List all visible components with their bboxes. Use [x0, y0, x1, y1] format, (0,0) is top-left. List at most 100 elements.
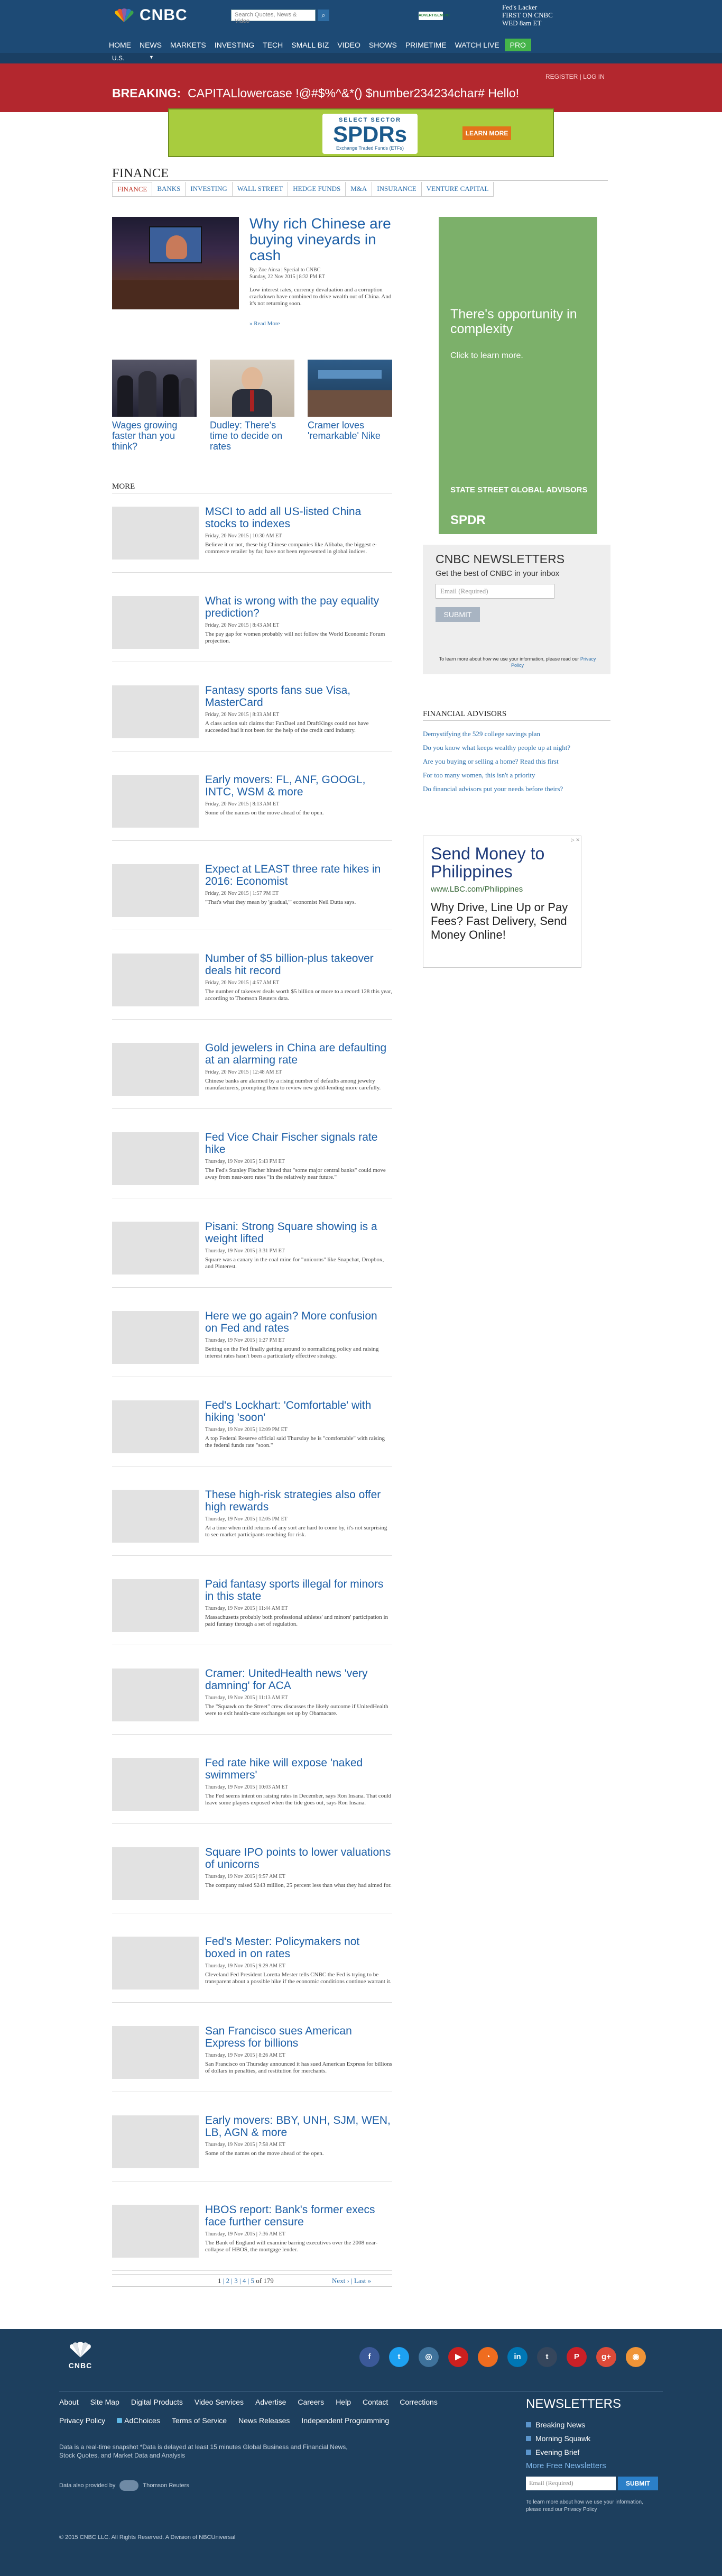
breaking-news-banner[interactable]: BREAKING: CAPITALlowercase !@#$%^&*() $n… [0, 63, 722, 112]
article-title[interactable]: Fantasy sports fans sue Visa, MasterCard [205, 684, 392, 709]
nav-pro[interactable]: PRO [504, 39, 531, 51]
footer-link-terms[interactable]: Terms of Service [172, 2416, 227, 2425]
header-sponsor[interactable]: ADVERTISEMENT [419, 12, 450, 20]
newsletter-option[interactable]: Breaking News [526, 2418, 663, 2432]
nav-investing[interactable]: INVESTING [210, 37, 258, 53]
nav-watch-live[interactable]: WATCH LIVE [451, 37, 504, 53]
article-thumbnail[interactable] [112, 2205, 199, 2258]
text-ad-headline[interactable]: Send Money to Philippines [431, 845, 573, 881]
article-thumbnail[interactable] [112, 1579, 199, 1632]
newsletter-submit-button[interactable]: SUBMIT [436, 607, 480, 622]
page-5[interactable]: 5 [251, 2277, 254, 2285]
pinterest-icon[interactable]: P [567, 2347, 587, 2367]
advisor-link[interactable]: Are you buying or selling a home? Read t… [423, 757, 610, 766]
facebook-icon[interactable]: f [359, 2347, 379, 2367]
newsletter-option[interactable]: Evening Brief [526, 2445, 663, 2459]
article-title[interactable]: Fed's Mester: Policymakers not boxed in … [205, 1936, 392, 1960]
youtube-icon[interactable]: ▶ [448, 2347, 468, 2367]
footer-link-about[interactable]: About [59, 2398, 79, 2406]
featured-story[interactable]: Cramer loves 'remarkable' Nike [308, 360, 392, 441]
advisor-link[interactable]: Demystifying the 529 college savings pla… [423, 730, 610, 738]
footer-link-privacy[interactable]: Privacy Policy [59, 2416, 105, 2425]
nav-shows[interactable]: SHOWS [365, 37, 401, 53]
rail-ad[interactable]: There's opportunity in complexity Click … [439, 217, 597, 534]
footer-link-contact[interactable]: Contact [363, 2398, 388, 2406]
featured-story[interactable]: Dudley: There's time to decide on rates [210, 360, 294, 452]
twitter-icon[interactable]: t [389, 2347, 409, 2367]
article-thumbnail[interactable] [112, 1758, 199, 1811]
tab-m-and-a[interactable]: M&A [346, 182, 373, 196]
more-newsletters-link[interactable]: More Free Newsletters [526, 2461, 663, 2470]
article-thumbnail[interactable] [112, 1311, 199, 1364]
article-thumbnail[interactable] [112, 2026, 199, 2079]
chevron-down-icon[interactable]: ▼ [149, 54, 154, 60]
featured-story-image[interactable] [112, 360, 197, 417]
footer-link-video-services[interactable]: Video Services [195, 2398, 244, 2406]
article-title[interactable]: San Francisco sues American Express for … [205, 2025, 392, 2049]
article-title[interactable]: Early movers: BBY, UNH, SJM, WEN, LB, AG… [205, 2114, 392, 2139]
rail-ad-cta[interactable]: Click to learn more. [450, 351, 523, 361]
article-thumbnail[interactable] [112, 954, 199, 1006]
article-title[interactable]: Gold jewelers in China are defaulting at… [205, 1042, 392, 1066]
nav-primetime[interactable]: PRIMETIME [401, 37, 451, 53]
nav-home[interactable]: HOME [105, 37, 135, 53]
footer-link-news-releases[interactable]: News Releases [238, 2416, 290, 2425]
tumblr-icon[interactable]: t [537, 2347, 557, 2367]
article-thumbnail[interactable] [112, 864, 199, 917]
footer-email-field[interactable]: Email (Required) [526, 2477, 616, 2490]
feed-icon[interactable]: ◉ [626, 2347, 646, 2367]
article-title[interactable]: HBOS report: Bank's former execs face fu… [205, 2204, 392, 2228]
checkbox-icon[interactable] [526, 2450, 531, 2455]
footer-link-careers[interactable]: Careers [298, 2398, 324, 2406]
tab-wall-street[interactable]: WALL STREET [233, 182, 289, 196]
checkbox-icon[interactable] [526, 2422, 531, 2427]
hero-headline[interactable]: Why rich Chinese are buying vineyards in… [249, 216, 392, 263]
featured-story-title[interactable]: Wages growing faster than you think? [112, 420, 197, 452]
article-title[interactable]: Early movers: FL, ANF, GOOGL, INTC, WSM … [205, 774, 392, 798]
rss-icon[interactable]: ◔ [478, 2347, 498, 2367]
article-thumbnail[interactable] [112, 1490, 199, 1543]
footer-submit-button[interactable]: SUBMIT [618, 2477, 658, 2490]
article-title[interactable]: These high-risk strategies also offer hi… [205, 1489, 392, 1513]
read-more-link[interactable]: » Read More [249, 320, 280, 327]
search-input[interactable]: Search Quotes, News & Video [231, 10, 316, 24]
last-page-link[interactable]: Last » [354, 2277, 371, 2285]
text-ad[interactable]: ▷ ✕ Send Money to Philippines www.LBC.co… [423, 836, 581, 968]
cnbc-logo[interactable]: CNBC [112, 6, 188, 24]
footer-link-adchoices[interactable]: AdChoices [117, 2416, 160, 2425]
article-title[interactable]: Expect at LEAST three rate hikes in 2016… [205, 863, 392, 887]
tab-investing[interactable]: INVESTING [186, 182, 233, 196]
header-ticker[interactable]: Fed's Lacker FIRST ON CNBC WED 8am ET [502, 3, 553, 27]
nav-small-biz[interactable]: SMALL BIZ [287, 37, 333, 53]
article-title[interactable]: Fed rate hike will expose 'naked swimmer… [205, 1757, 392, 1781]
leaderboard-ad[interactable]: SELECT SECTOR SPDRs Exchange Traded Fund… [168, 108, 554, 157]
article-title[interactable]: Here we go again? More confusion on Fed … [205, 1310, 392, 1334]
search-icon[interactable]: ⌕ [318, 10, 329, 21]
footer-link-site-map[interactable]: Site Map [90, 2398, 119, 2406]
tab-hedge-funds[interactable]: HEDGE FUNDS [288, 182, 346, 196]
newsletter-option[interactable]: Morning Squawk [526, 2432, 663, 2445]
google-plus-icon[interactable]: g+ [596, 2347, 616, 2367]
nav-news[interactable]: NEWS [135, 37, 166, 53]
article-thumbnail[interactable] [112, 1669, 199, 1721]
page-3[interactable]: 3 [234, 2277, 238, 2285]
article-title[interactable]: Number of $5 billion-plus takeover deals… [205, 952, 392, 977]
featured-story-image[interactable] [210, 360, 294, 417]
article-title[interactable]: Square IPO points to lower valuations of… [205, 1846, 392, 1871]
hero-image[interactable] [112, 217, 239, 309]
page-4[interactable]: 4 [243, 2277, 246, 2285]
tab-insurance[interactable]: INSURANCE [372, 182, 422, 196]
nav-tech[interactable]: TECH [258, 37, 287, 53]
article-thumbnail[interactable] [112, 1222, 199, 1275]
article-thumbnail[interactable] [112, 2115, 199, 2168]
tab-finance[interactable]: FINANCE [112, 182, 153, 196]
advisor-link[interactable]: Do financial advisors put your needs bef… [423, 785, 610, 793]
article-thumbnail[interactable] [112, 775, 199, 828]
footer-link-corrections[interactable]: Corrections [400, 2398, 438, 2406]
next-page-link[interactable]: Next › [332, 2277, 349, 2285]
article-thumbnail[interactable] [112, 1400, 199, 1453]
region-selector[interactable]: U.S. [112, 54, 124, 62]
article-thumbnail[interactable] [112, 1937, 199, 1990]
newsletter-email-field[interactable]: Email (Required) [436, 584, 554, 599]
featured-story-title[interactable]: Cramer loves 'remarkable' Nike [308, 420, 392, 441]
